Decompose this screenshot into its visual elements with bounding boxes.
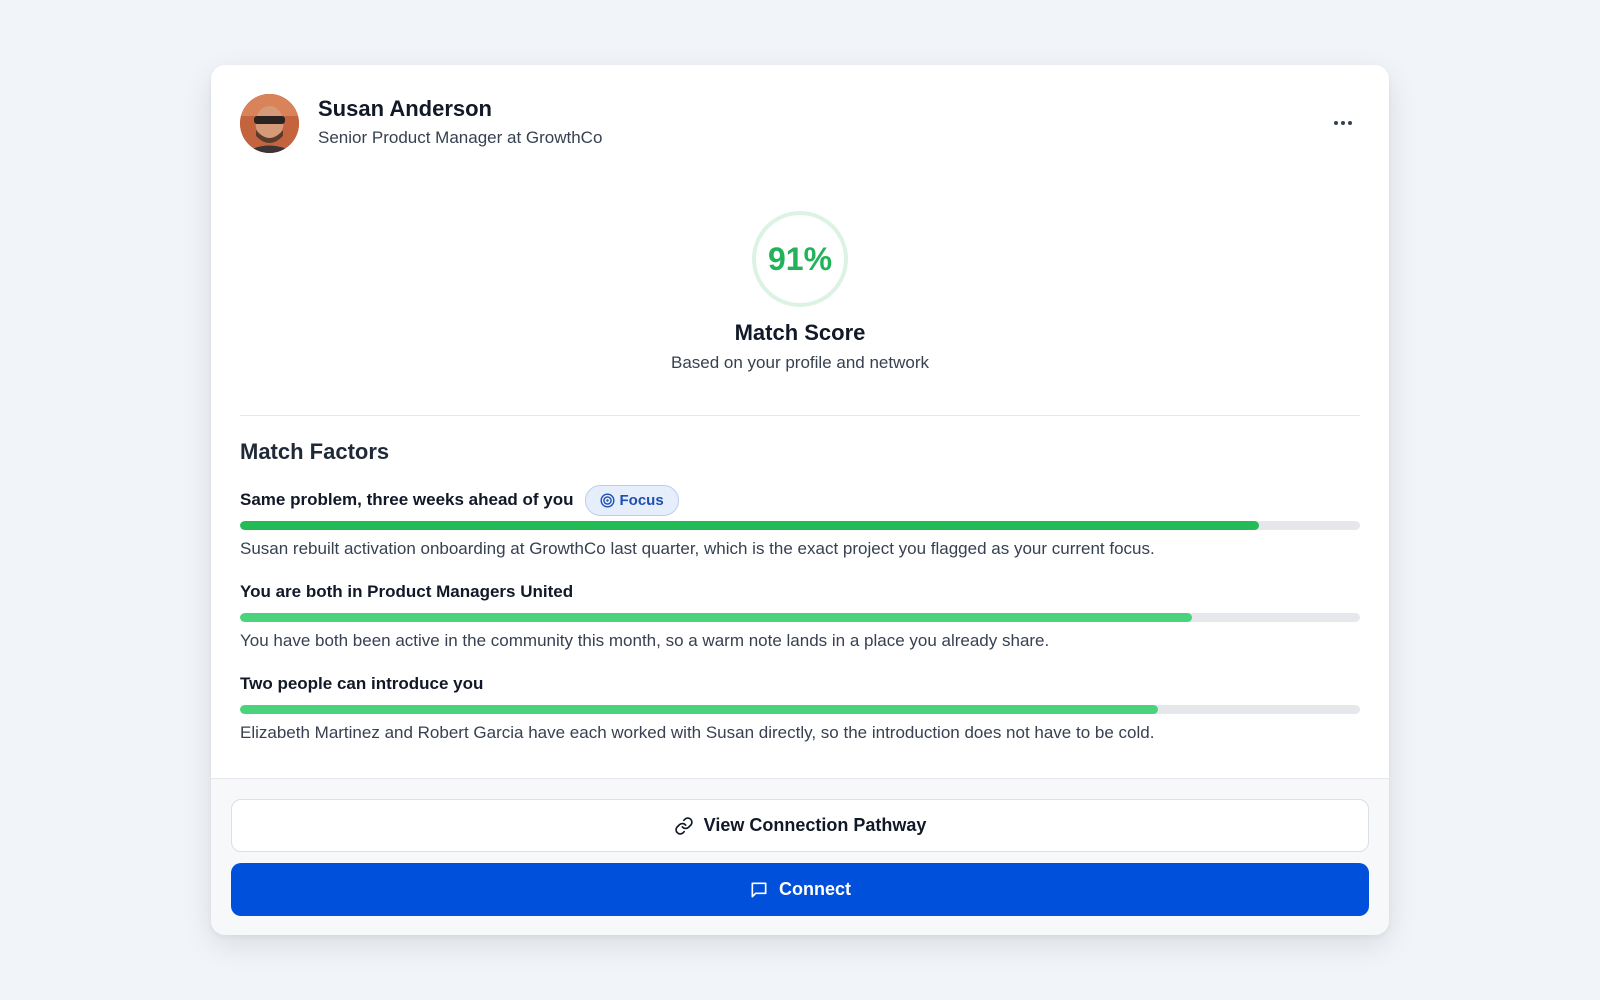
factor-label: You are both in Product Managers United [240, 582, 574, 601]
profile-header: Susan Anderson Senior Product Manager at… [240, 94, 1360, 154]
target-icon [600, 492, 615, 508]
score-value: 91% [767, 240, 833, 277]
match-factors-title: Match Factors [240, 439, 390, 464]
more-options-button[interactable] [1326, 106, 1360, 140]
card-footer: View Connection Pathway Connect [211, 778, 1389, 935]
factor-item: Two people can introduce you Elizabeth M… [240, 668, 1360, 748]
avatar[interactable] [240, 94, 299, 153]
focus-badge: Focus [584, 484, 679, 516]
pathway-button-label: View Connection Pathway [703, 815, 927, 835]
factor-strength-bar [240, 521, 1360, 530]
factor-strength-bar [240, 613, 1360, 622]
ellipsis-icon [1334, 121, 1352, 125]
factor-item: Same problem, three weeks ahead of you F… [240, 484, 1360, 564]
score-title: Match Score [734, 320, 866, 345]
score-subtitle: Based on your profile and network [671, 353, 929, 372]
match-score-section: 91% Match Score Based on your profile an… [211, 210, 1389, 390]
connect-button-label: Connect [779, 879, 851, 899]
link-icon [674, 816, 693, 835]
profile-name: Susan Anderson [318, 96, 492, 121]
factor-item: You are both in Product Managers United … [240, 576, 1360, 656]
factor-strength-fill [240, 521, 1260, 530]
divider [240, 415, 1360, 416]
factor-strength-bar [240, 705, 1360, 714]
connect-button[interactable]: Connect [231, 863, 1369, 916]
factor-description: You have both been active in the communi… [240, 631, 1050, 650]
view-connection-pathway-button[interactable]: View Connection Pathway [231, 799, 1369, 852]
profile-role: Senior Product Manager at GrowthCo [318, 128, 603, 147]
factor-strength-fill [240, 705, 1159, 714]
match-card: Susan Anderson Senior Product Manager at… [211, 65, 1389, 935]
message-icon [751, 882, 767, 897]
badge-label: Focus [619, 491, 664, 509]
factor-label: Same problem, three weeks ahead of you [240, 490, 574, 509]
factor-strength-fill [240, 613, 1192, 622]
factor-description: Susan rebuilt activation onboarding at G… [240, 539, 1155, 558]
factor-description: Elizabeth Martinez and Robert Garcia hav… [240, 723, 1155, 742]
factor-label: Two people can introduce you [240, 674, 484, 693]
